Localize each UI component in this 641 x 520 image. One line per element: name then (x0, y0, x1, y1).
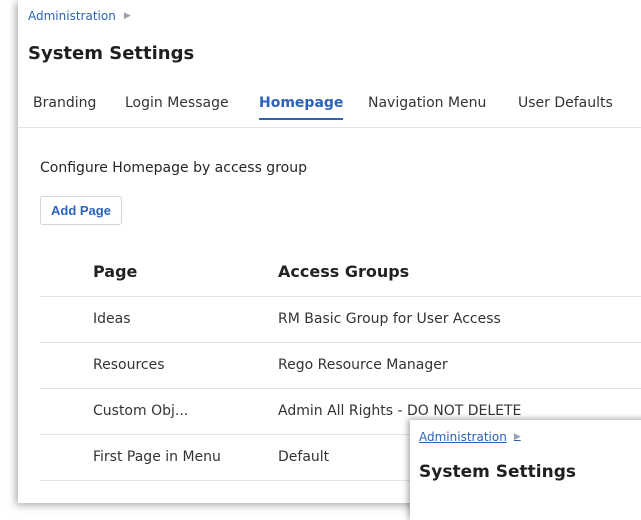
overlay-breadcrumb-administration-link[interactable]: Administration (419, 430, 507, 444)
cell-access-groups: Rego Resource Manager (278, 357, 448, 373)
column-header-page: Page (93, 262, 138, 281)
chevron-right-icon: ▶ (513, 432, 521, 442)
page-title: System Settings (28, 43, 195, 64)
homepage-description: Configure Homepage by access group (40, 160, 307, 176)
add-page-button[interactable]: Add Page (40, 196, 122, 225)
table-row[interactable]: Ideas RM Basic Group for User Access (40, 297, 641, 343)
cell-access-groups: Default (278, 449, 330, 465)
tab-navigation-menu[interactable]: Navigation Menu (368, 95, 486, 111)
breadcrumb-administration-link[interactable]: Administration (28, 9, 116, 23)
overlay-page-title: System Settings (419, 462, 576, 482)
column-header-access-groups: Access Groups (278, 262, 410, 281)
breadcrumb: Administration ▶ (28, 9, 131, 23)
overlay-breadcrumb: Administration ▶ (419, 430, 521, 444)
table-header: Page Access Groups (40, 250, 641, 297)
cell-page: Ideas (93, 311, 131, 327)
chevron-right-icon: ▶ (123, 11, 131, 21)
cell-page: Custom Obj... (93, 403, 189, 419)
tab-login-message[interactable]: Login Message (125, 95, 229, 111)
tab-branding[interactable]: Branding (33, 95, 96, 111)
tab-user-defaults[interactable]: User Defaults (518, 95, 613, 111)
cell-page: Resources (93, 357, 165, 373)
table-row[interactable]: Resources Rego Resource Manager (40, 343, 641, 389)
cell-access-groups: RM Basic Group for User Access (278, 311, 501, 327)
settings-tabs: Branding Login Message Homepage Navigati… (18, 88, 641, 128)
cell-access-groups: Admin All Rights - DO NOT DELETE (278, 403, 522, 419)
cell-page: First Page in Menu (93, 449, 221, 465)
tab-homepage[interactable]: Homepage (259, 95, 344, 120)
overlay-settings-preview: Administration ▶ System Settings (410, 420, 641, 520)
